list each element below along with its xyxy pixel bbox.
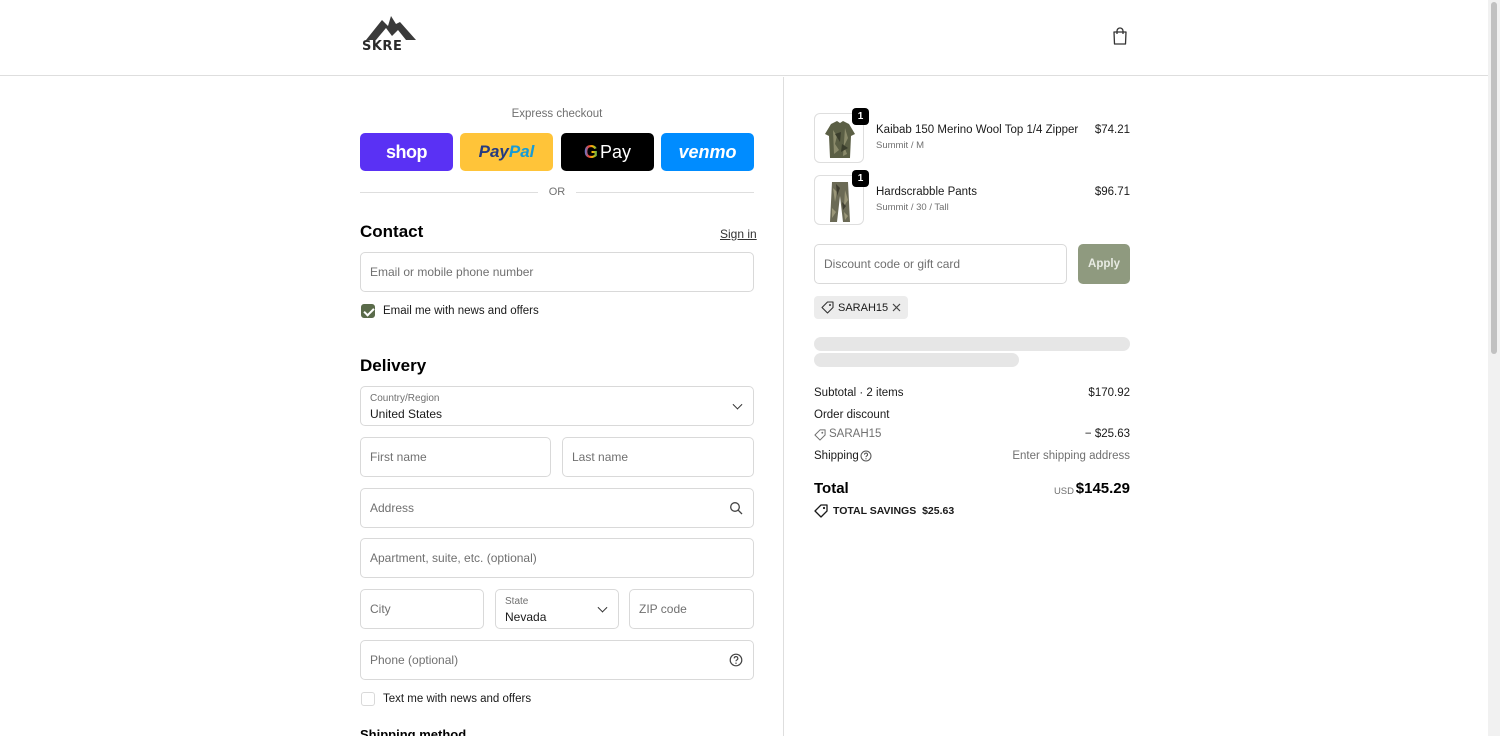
applied-discount-chip: SARAH15 (814, 296, 908, 319)
total-label: Total (814, 480, 849, 497)
or-divider-text: OR (548, 186, 566, 198)
city-placeholder: City (370, 602, 391, 616)
venmo-label: venmo (678, 141, 737, 162)
city-field[interactable]: City (360, 589, 484, 629)
shipping-value: Enter shipping address (1012, 450, 1130, 462)
help-circle-icon[interactable] (729, 653, 743, 667)
country-label: Country/Region (370, 393, 440, 404)
product-price: $96.71 (1094, 186, 1130, 198)
search-icon[interactable] (729, 501, 743, 515)
loading-skeleton (814, 337, 1130, 351)
product-variant: Summit / M (876, 140, 925, 151)
chevron-down-icon (597, 602, 608, 613)
shipping-method-title: Shipping method (360, 727, 467, 736)
delivery-title: Delivery (360, 356, 427, 375)
chevron-down-icon (732, 399, 743, 410)
order-discount-label: Order discount (814, 409, 890, 421)
close-icon[interactable] (892, 303, 901, 312)
google-g-icon: G (583, 141, 598, 162)
venmo-button[interactable]: venmo (661, 133, 754, 171)
discount-value: − $25.63 (1084, 428, 1130, 440)
country-select[interactable]: Country/Region United States (360, 386, 754, 426)
email-news-checkbox[interactable] (361, 304, 375, 318)
page-scrollbar[interactable] (1488, 0, 1500, 736)
product-name: Hardscrabble Pants (876, 186, 977, 198)
zip-placeholder: ZIP code (639, 602, 687, 616)
order-summary-panel (784, 77, 1488, 736)
shopping-bag-icon[interactable] (1110, 26, 1130, 46)
email-news-label: Email me with news and offers (383, 305, 539, 317)
total-savings: TOTAL SAVINGS $25.63 (833, 505, 954, 517)
shop-pay-label: shop (386, 141, 428, 162)
first-name-field[interactable]: First name (360, 437, 551, 477)
scrollbar-thumb[interactable] (1491, 2, 1497, 354)
shop-pay-button[interactable]: shop (360, 133, 453, 171)
first-name-placeholder: First name (370, 450, 427, 464)
last-name-field[interactable]: Last name (562, 437, 754, 477)
savings-tag-icon (814, 504, 828, 518)
subtotal-label: Subtotal · 2 items (814, 387, 904, 399)
apartment-field[interactable]: Apartment, suite, etc. (optional) (360, 538, 754, 578)
apply-discount-button[interactable]: Apply (1078, 244, 1130, 284)
quantity-badge: 1 (852, 108, 869, 125)
shipping-label: Shipping (814, 450, 859, 462)
tag-icon (821, 301, 834, 314)
product-price: $74.21 (1094, 124, 1130, 136)
logo-text: SKRE (362, 39, 403, 54)
google-pay-button[interactable]: G Pay (561, 133, 654, 171)
header: SKRE (0, 0, 1488, 76)
phone-field[interactable]: Phone (optional) (360, 640, 754, 680)
savings-label: TOTAL SAVINGS (833, 505, 917, 517)
applied-code-text: SARAH15 (838, 301, 889, 314)
last-name-placeholder: Last name (572, 450, 629, 464)
text-news-checkbox[interactable] (361, 692, 375, 706)
discount-placeholder: Discount code or gift card (824, 257, 961, 271)
mountain-logo-icon (366, 16, 416, 40)
skre-logo[interactable]: SKRE (362, 14, 420, 54)
quantity-badge: 1 (852, 170, 869, 187)
sign-in-link[interactable]: Sign in (720, 227, 757, 241)
paypal-button[interactable]: Pay Pal (460, 133, 553, 171)
email-placeholder: Email or mobile phone number (370, 265, 534, 279)
google-pay-label: Pay (599, 141, 632, 162)
paypal-label-pay: Pay (478, 142, 509, 161)
zip-field[interactable]: ZIP code (629, 589, 754, 629)
subtotal-value: $170.92 (1088, 387, 1130, 399)
address-placeholder: Address (370, 501, 415, 515)
discount-code-field[interactable]: Discount code or gift card (814, 244, 1067, 284)
state-select[interactable]: State Nevada (495, 589, 619, 629)
state-label: State (505, 596, 529, 607)
phone-placeholder: Phone (optional) (370, 653, 459, 667)
help-circle-icon[interactable] (860, 450, 872, 462)
savings-value: $25.63 (922, 505, 955, 517)
apartment-placeholder: Apartment, suite, etc. (optional) (370, 551, 537, 565)
total-value: $145.29 (1075, 480, 1130, 497)
tag-icon (814, 429, 826, 441)
discount-code-label: SARAH15 (829, 428, 882, 440)
text-news-label: Text me with news and offers (383, 693, 532, 705)
country-value: United States (370, 407, 443, 421)
or-divider-right (576, 192, 754, 193)
or-divider-left (360, 192, 538, 193)
product-name: Kaibab 150 Merino Wool Top 1/4 Zipper (876, 124, 1079, 136)
address-field[interactable]: Address (360, 488, 754, 528)
product-variant: Summit / 30 / Tall (876, 202, 949, 213)
loading-skeleton (814, 353, 1019, 367)
state-value: Nevada (505, 610, 547, 624)
email-field[interactable]: Email or mobile phone number (360, 252, 754, 292)
contact-title: Contact (360, 222, 424, 241)
express-checkout-label: Express checkout (511, 108, 603, 120)
paypal-label-pal: Pal (508, 142, 535, 161)
